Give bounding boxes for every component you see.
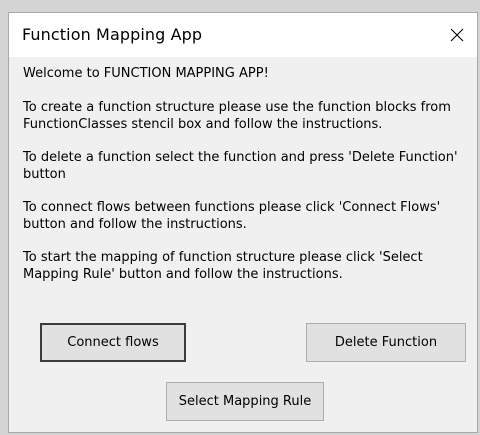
instruction-mapping: To start the mapping of function structu… bbox=[23, 250, 423, 282]
close-button[interactable] bbox=[441, 19, 473, 51]
instruction-delete: To delete a function select the function… bbox=[23, 150, 458, 182]
delete-function-button[interactable]: Delete Function bbox=[306, 323, 466, 362]
dialog-window: Function Mapping App Welcome to FUNCTION… bbox=[8, 12, 478, 433]
close-icon bbox=[450, 28, 464, 42]
window-title: Function Mapping App bbox=[22, 25, 203, 44]
title-bar: Function Mapping App bbox=[9, 13, 477, 57]
instructions-area: Welcome to FUNCTION MAPPING APP! To crea… bbox=[23, 65, 463, 299]
connect-flows-button[interactable]: Connect flows bbox=[40, 323, 186, 362]
select-mapping-rule-button[interactable]: Select Mapping Rule bbox=[166, 382, 324, 421]
instruction-create: To create a function structure please us… bbox=[23, 100, 451, 132]
welcome-text: Welcome to FUNCTION MAPPING APP! bbox=[23, 66, 269, 81]
instruction-connect: To connect flows between functions pleas… bbox=[23, 200, 441, 232]
